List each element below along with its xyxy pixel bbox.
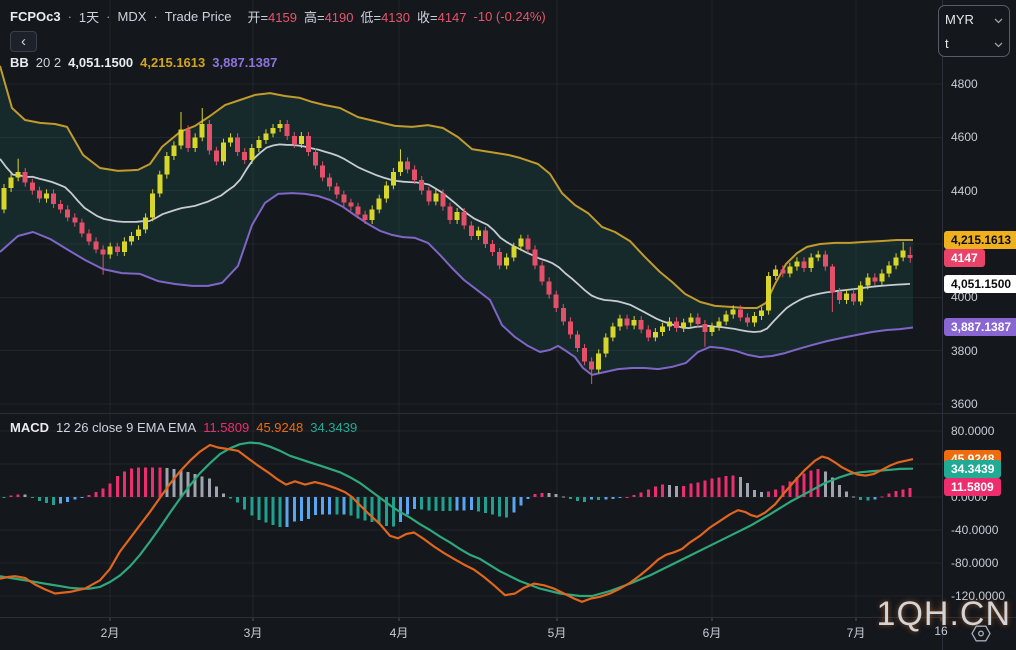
interval-label: 1天 [79,7,99,26]
exchange-label: MDX [118,9,147,24]
macd-name: MACD [10,420,49,435]
bb-upper-value: 4,215.1613 [140,55,205,70]
symbol-name: FCPOc3 [10,9,61,24]
change-value: -10 (-0.24%) [474,9,546,24]
price-axis-label: 4800 [951,77,978,91]
macd-axis-label: -80.0000 [951,556,998,570]
price-axis-label: 3600 [951,397,978,411]
currency-value: MYR [945,12,974,27]
axis-unit-selector: MYR t [938,5,1010,57]
chevron-down-icon [994,36,1003,51]
price-axis-badge: 4,051.1500 [944,275,1016,293]
bb-lower-value: 3,887.1387 [212,55,277,70]
price-axis-badge: 4147 [944,249,985,267]
macd-params: 12 26 close 9 EMA EMA [56,420,196,435]
ohlc-open: 开=4159 [247,7,297,26]
trading-chart-app: FCPOc3 · 1天 · MDX · Trade Price 开=4159 高… [0,0,1016,650]
bb-basis-value: 4,051.1500 [68,55,133,70]
price-axis-label: 4600 [951,130,978,144]
price-axis-label: 3800 [951,344,978,358]
time-axis-label: 2月 [88,624,132,641]
unit-value: t [945,36,949,51]
bb-name: BB [10,55,29,70]
macd-indicator-legend[interactable]: MACD 12 26 close 9 EMA EMA 11.5809 45.92… [10,420,357,435]
bb-params: 20 2 [36,55,61,70]
ohlc-close: 收=4147 [417,7,467,26]
price-axis-badge: 4,215.1613 [944,231,1016,249]
separator-dot: · [106,9,110,24]
currency-dropdown[interactable]: MYR [945,7,1003,31]
bb-indicator-legend[interactable]: BB 20 2 4,051.1500 4,215.1613 3,887.1387 [10,55,277,70]
ohlc-low: 低=4130 [360,7,410,26]
macd-axis-badge: 11.5809 [944,478,1001,496]
macd-axis-badge: 34.3439 [944,460,1001,478]
chevron-down-icon [994,12,1003,27]
main-chart[interactable] [0,0,1016,650]
macd-signal-value: 34.3439 [310,420,357,435]
settings-gear-icon[interactable] [971,625,991,647]
macd-axis-label: 80.0000 [951,424,994,438]
macd-line-value: 45.9248 [256,420,303,435]
time-axis-label: 5月 [535,624,579,641]
time-axis-label: 3月 [231,624,275,641]
series-type-label: Trade Price [165,9,232,24]
time-axis-label: 6月 [690,624,734,641]
price-axis-badge: 3,887.1387 [944,318,1016,336]
unit-dropdown[interactable]: t [945,31,1003,55]
symbol-legend[interactable]: FCPOc3 · 1天 · MDX · Trade Price 开=4159 高… [10,7,546,26]
separator-dot: · [153,9,157,24]
macd-hist-value: 11.5809 [203,420,249,435]
back-button[interactable]: ‹ [10,31,37,52]
price-axis-label: 4400 [951,184,978,198]
separator-dot: · [68,9,72,24]
ohlc-high: 高=4190 [304,7,354,26]
time-axis-label: 7月 [834,624,878,641]
macd-axis-label: -40.0000 [951,523,998,537]
time-axis-label: 4月 [377,624,421,641]
